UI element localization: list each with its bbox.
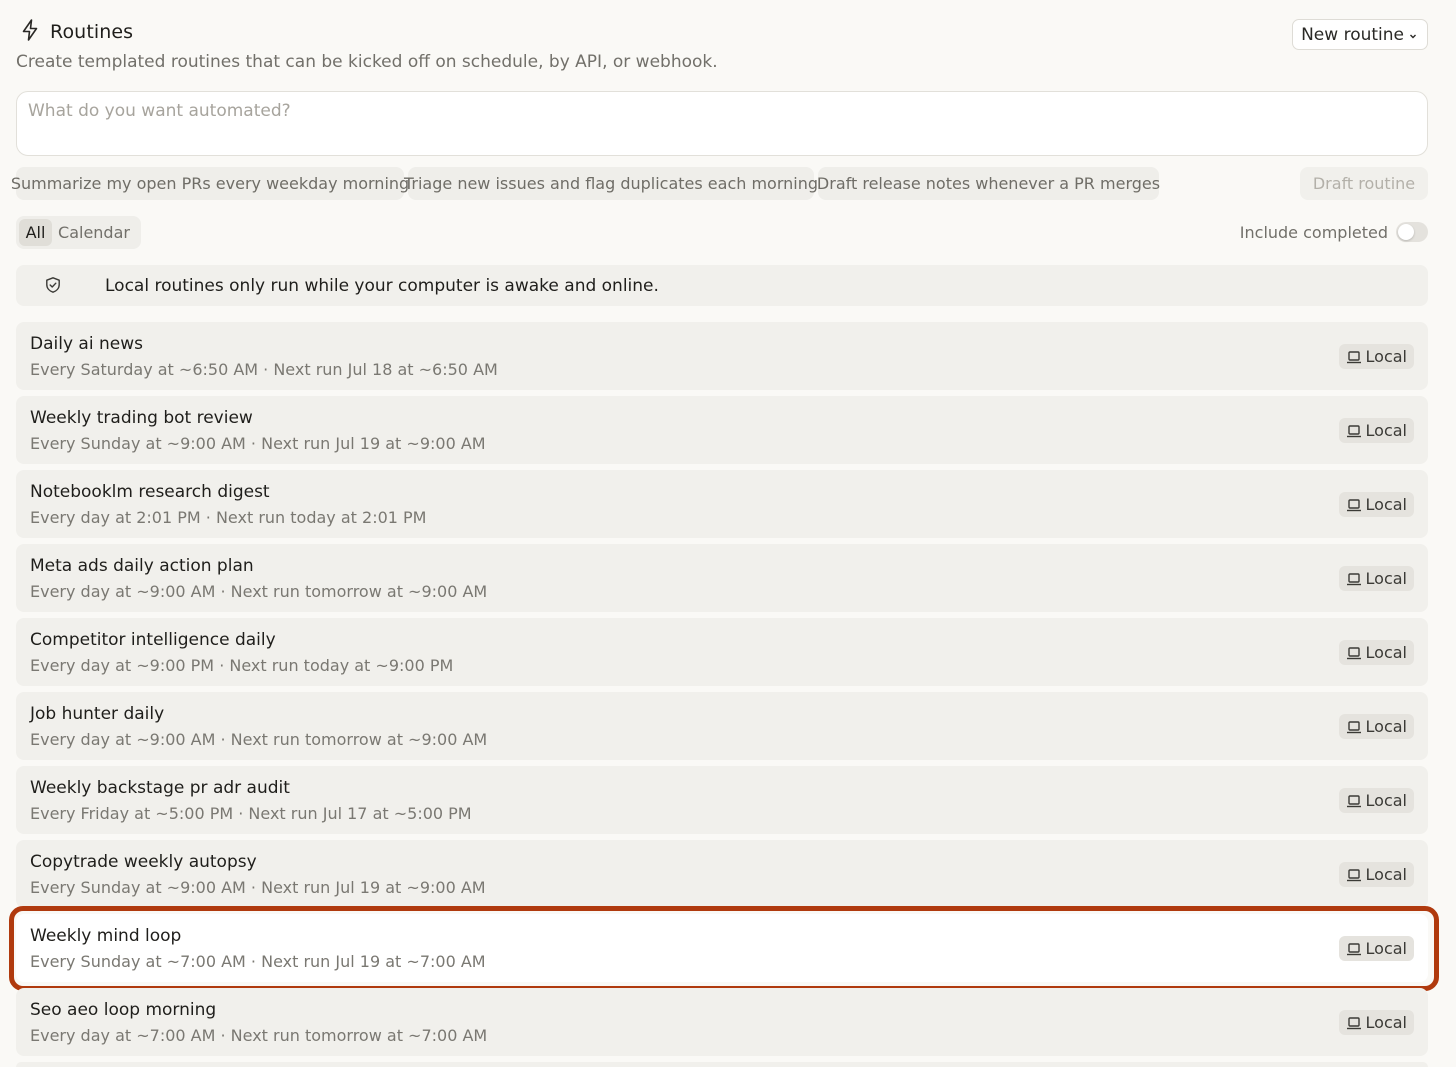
local-badge: Local xyxy=(1338,862,1414,887)
badge-label: Local xyxy=(1365,569,1407,588)
routine-name: Notebooklm research digest xyxy=(30,482,270,502)
routine-row-highlighted[interactable]: Weekly mind loop Every Sunday at ~7:00 A… xyxy=(9,906,1439,991)
routine-name: Job hunter daily xyxy=(30,704,165,724)
routine-name: Meta ads daily action plan xyxy=(30,556,254,576)
local-notice: Local routines only run while your compu… xyxy=(16,265,1428,306)
title-row: Routines xyxy=(16,18,1428,46)
badge-label: Local xyxy=(1365,717,1407,736)
local-badge: Local xyxy=(1338,714,1414,739)
view-tabs: All Calendar xyxy=(16,216,141,249)
laptop-icon xyxy=(1346,720,1361,733)
tab-calendar[interactable]: Calendar xyxy=(52,219,136,246)
laptop-icon xyxy=(1346,646,1361,659)
local-badge: Local xyxy=(1338,492,1414,517)
header: Routines New routine xyxy=(16,18,1428,50)
highlight-ring xyxy=(9,906,1439,991)
badge-label: Local xyxy=(1365,643,1407,662)
toggle-knob xyxy=(1398,224,1414,240)
badge-label: Local xyxy=(1365,421,1407,440)
routine-schedule: Every Sunday at ~9:00 AM · Next run Jul … xyxy=(30,878,486,897)
routine-schedule: Every day at ~9:00 AM · Next run tomorro… xyxy=(30,730,488,749)
routine-row[interactable]: Notebooklm research digest Every day at … xyxy=(16,470,1428,538)
routine-name: Weekly mind loop xyxy=(30,926,182,946)
laptop-icon xyxy=(1346,572,1361,585)
page-title: Routines xyxy=(50,21,134,43)
laptop-icon xyxy=(1346,868,1361,881)
laptop-icon xyxy=(1346,424,1361,437)
page-subtitle: Create templated routines that can be ki… xyxy=(16,52,718,72)
routine-row[interactable]: Weekly trading bot review Every Sunday a… xyxy=(16,396,1428,464)
local-badge: Local xyxy=(1338,344,1414,369)
routine-row[interactable]: Competitor intelligence daily Every day … xyxy=(16,618,1428,686)
routine-row[interactable]: Seo aeo loop morning Every day at ~7:00 … xyxy=(16,988,1428,1056)
routine-list: Daily ai news Every Saturday at ~6:50 AM… xyxy=(9,322,1439,1067)
routine-schedule: Every day at ~9:00 AM · Next run tomorro… xyxy=(30,582,488,601)
suggestion-chip[interactable]: Triage new issues and flag duplicates ea… xyxy=(404,167,818,200)
routine-name: Weekly trading bot review xyxy=(30,408,253,428)
prompt-input[interactable] xyxy=(28,101,1416,121)
routine-schedule: Every Saturday at ~6:50 AM · Next run Ju… xyxy=(30,360,498,379)
local-badge: Local xyxy=(1338,1010,1414,1035)
suggestion-chip[interactable]: Draft release notes whenever a PR merges xyxy=(817,167,1160,200)
include-completed-label: Include completed xyxy=(1239,222,1388,242)
laptop-icon xyxy=(1346,350,1361,363)
chevron-down-icon xyxy=(1409,25,1417,45)
routines-page: Routines New routine Create templated ro… xyxy=(0,0,1456,1067)
include-completed: Include completed xyxy=(1240,222,1428,242)
routine-row[interactable] xyxy=(16,1062,1428,1067)
badge-label: Local xyxy=(1365,347,1407,366)
new-routine-label: New routine xyxy=(1301,24,1404,45)
laptop-icon xyxy=(1346,794,1361,807)
routine-name: Competitor intelligence daily xyxy=(30,630,276,650)
routine-name: Copytrade weekly autopsy xyxy=(30,852,257,872)
routine-row[interactable]: Daily ai news Every Saturday at ~6:50 AM… xyxy=(16,322,1428,390)
routine-schedule: Every Sunday at ~9:00 AM · Next run Jul … xyxy=(30,434,486,453)
notice-text: Local routines only run while your compu… xyxy=(105,275,659,296)
routine-name: Seo aeo loop morning xyxy=(30,1000,217,1020)
badge-label: Local xyxy=(1365,865,1407,884)
routine-schedule: Every day at ~7:00 AM · Next run tomorro… xyxy=(30,1026,488,1045)
routine-row[interactable]: Weekly backstage pr adr audit Every Frid… xyxy=(16,766,1428,834)
local-badge: Local xyxy=(1338,788,1414,813)
lightning-icon xyxy=(20,18,40,46)
include-completed-toggle[interactable] xyxy=(1396,222,1428,242)
routine-schedule: Every Sunday at ~7:00 AM · Next run Jul … xyxy=(30,952,486,971)
draft-routine-button[interactable]: Draft routine xyxy=(1300,167,1428,200)
prompt-box[interactable] xyxy=(16,91,1428,156)
laptop-icon xyxy=(1346,942,1361,955)
local-badge: Local xyxy=(1338,936,1414,961)
routine-row[interactable]: Meta ads daily action plan Every day at … xyxy=(16,544,1428,612)
suggestion-chips: Summarize my open PRs every weekday morn… xyxy=(11,167,1428,200)
tab-all[interactable]: All xyxy=(19,219,52,246)
badge-label: Local xyxy=(1365,939,1407,958)
routine-name: Daily ai news xyxy=(30,334,143,354)
routine-name: Weekly backstage pr adr audit xyxy=(30,778,290,798)
suggestion-chip[interactable]: Summarize my open PRs every weekday morn… xyxy=(11,167,409,200)
routine-schedule: Every Friday at ~5:00 PM · Next run Jul … xyxy=(30,804,472,823)
routine-row[interactable]: Copytrade weekly autopsy Every Sunday at… xyxy=(16,840,1428,908)
laptop-icon xyxy=(1346,1016,1361,1029)
local-badge: Local xyxy=(1338,418,1414,443)
local-badge: Local xyxy=(1338,566,1414,591)
badge-label: Local xyxy=(1365,495,1407,514)
badge-label: Local xyxy=(1365,791,1407,810)
routine-schedule: Every day at ~9:00 PM · Next run today a… xyxy=(30,656,454,675)
local-badge: Local xyxy=(1338,640,1414,665)
new-routine-button[interactable]: New routine xyxy=(1292,19,1428,50)
routine-row[interactable]: Job hunter daily Every day at ~9:00 AM ·… xyxy=(16,692,1428,760)
routine-schedule: Every day at 2:01 PM · Next run today at… xyxy=(30,508,427,527)
badge-label: Local xyxy=(1365,1013,1407,1032)
laptop-icon xyxy=(1346,498,1361,511)
